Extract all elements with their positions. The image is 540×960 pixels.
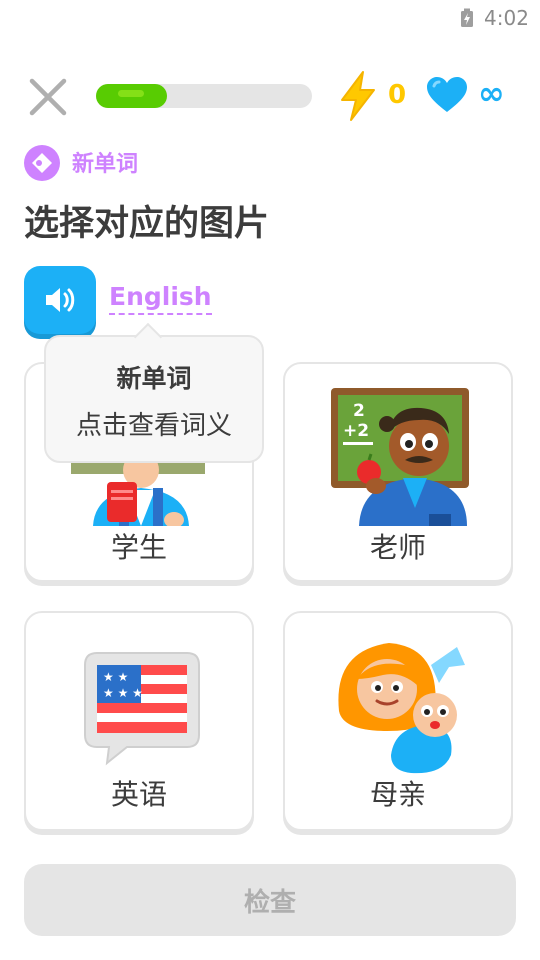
lightning-icon[interactable] xyxy=(336,70,380,122)
heart-icon[interactable] xyxy=(426,76,468,114)
us-flag-speech-bubble-illustration: ★ ★ ★ ★ ★ xyxy=(84,652,200,766)
word-english[interactable]: English xyxy=(109,282,212,315)
battery-charging-icon xyxy=(461,8,473,27)
mother-with-baby-illustration xyxy=(338,643,465,774)
progress-bar xyxy=(96,84,312,108)
status-bar: 4:02 xyxy=(0,0,540,36)
svg-text:★ ★ ★: ★ ★ ★ xyxy=(103,686,143,700)
speaker-button[interactable] xyxy=(24,266,96,334)
speaker-icon xyxy=(46,288,75,312)
option-label-mother: 母亲 xyxy=(369,778,426,811)
svg-text:★ ★: ★ ★ xyxy=(103,670,128,684)
progress-fill xyxy=(96,84,168,108)
option-label-teacher: 老师 xyxy=(369,531,426,564)
tooltip-body: 点击查看词义 xyxy=(75,411,232,441)
energy-count[interactable]: 0 xyxy=(388,80,406,110)
option-card-mother[interactable]: 母亲 xyxy=(283,611,513,831)
option-card-teacher[interactable]: 2 +2 老师 xyxy=(283,362,513,582)
tooltip-arrow xyxy=(133,322,163,352)
option-label-english: 英语 xyxy=(110,778,167,811)
option-card-english[interactable]: ★ ★ ★ ★ ★ 英语 xyxy=(24,611,254,831)
svg-text:2: 2 xyxy=(353,401,365,421)
new-word-label: 新单词 xyxy=(72,152,139,177)
close-icon[interactable] xyxy=(26,75,70,119)
check-button-label: 检查 xyxy=(243,887,296,918)
svg-text:+2: +2 xyxy=(343,421,369,441)
teacher-illustration: 2 +2 xyxy=(331,388,469,526)
status-time: 4:02 xyxy=(484,6,529,30)
new-word-icon xyxy=(24,145,60,181)
word-hint-tooltip: 新单词 点击查看词义 xyxy=(44,322,264,463)
prompt-title: 选择对应的图片 xyxy=(24,204,270,244)
check-button[interactable]: 检查 xyxy=(24,864,516,936)
option-label-student: 学生 xyxy=(110,531,167,564)
progress-shine xyxy=(118,90,144,97)
tooltip-title: 新单词 xyxy=(116,364,192,393)
hearts-count[interactable]: ∞ xyxy=(478,74,505,112)
